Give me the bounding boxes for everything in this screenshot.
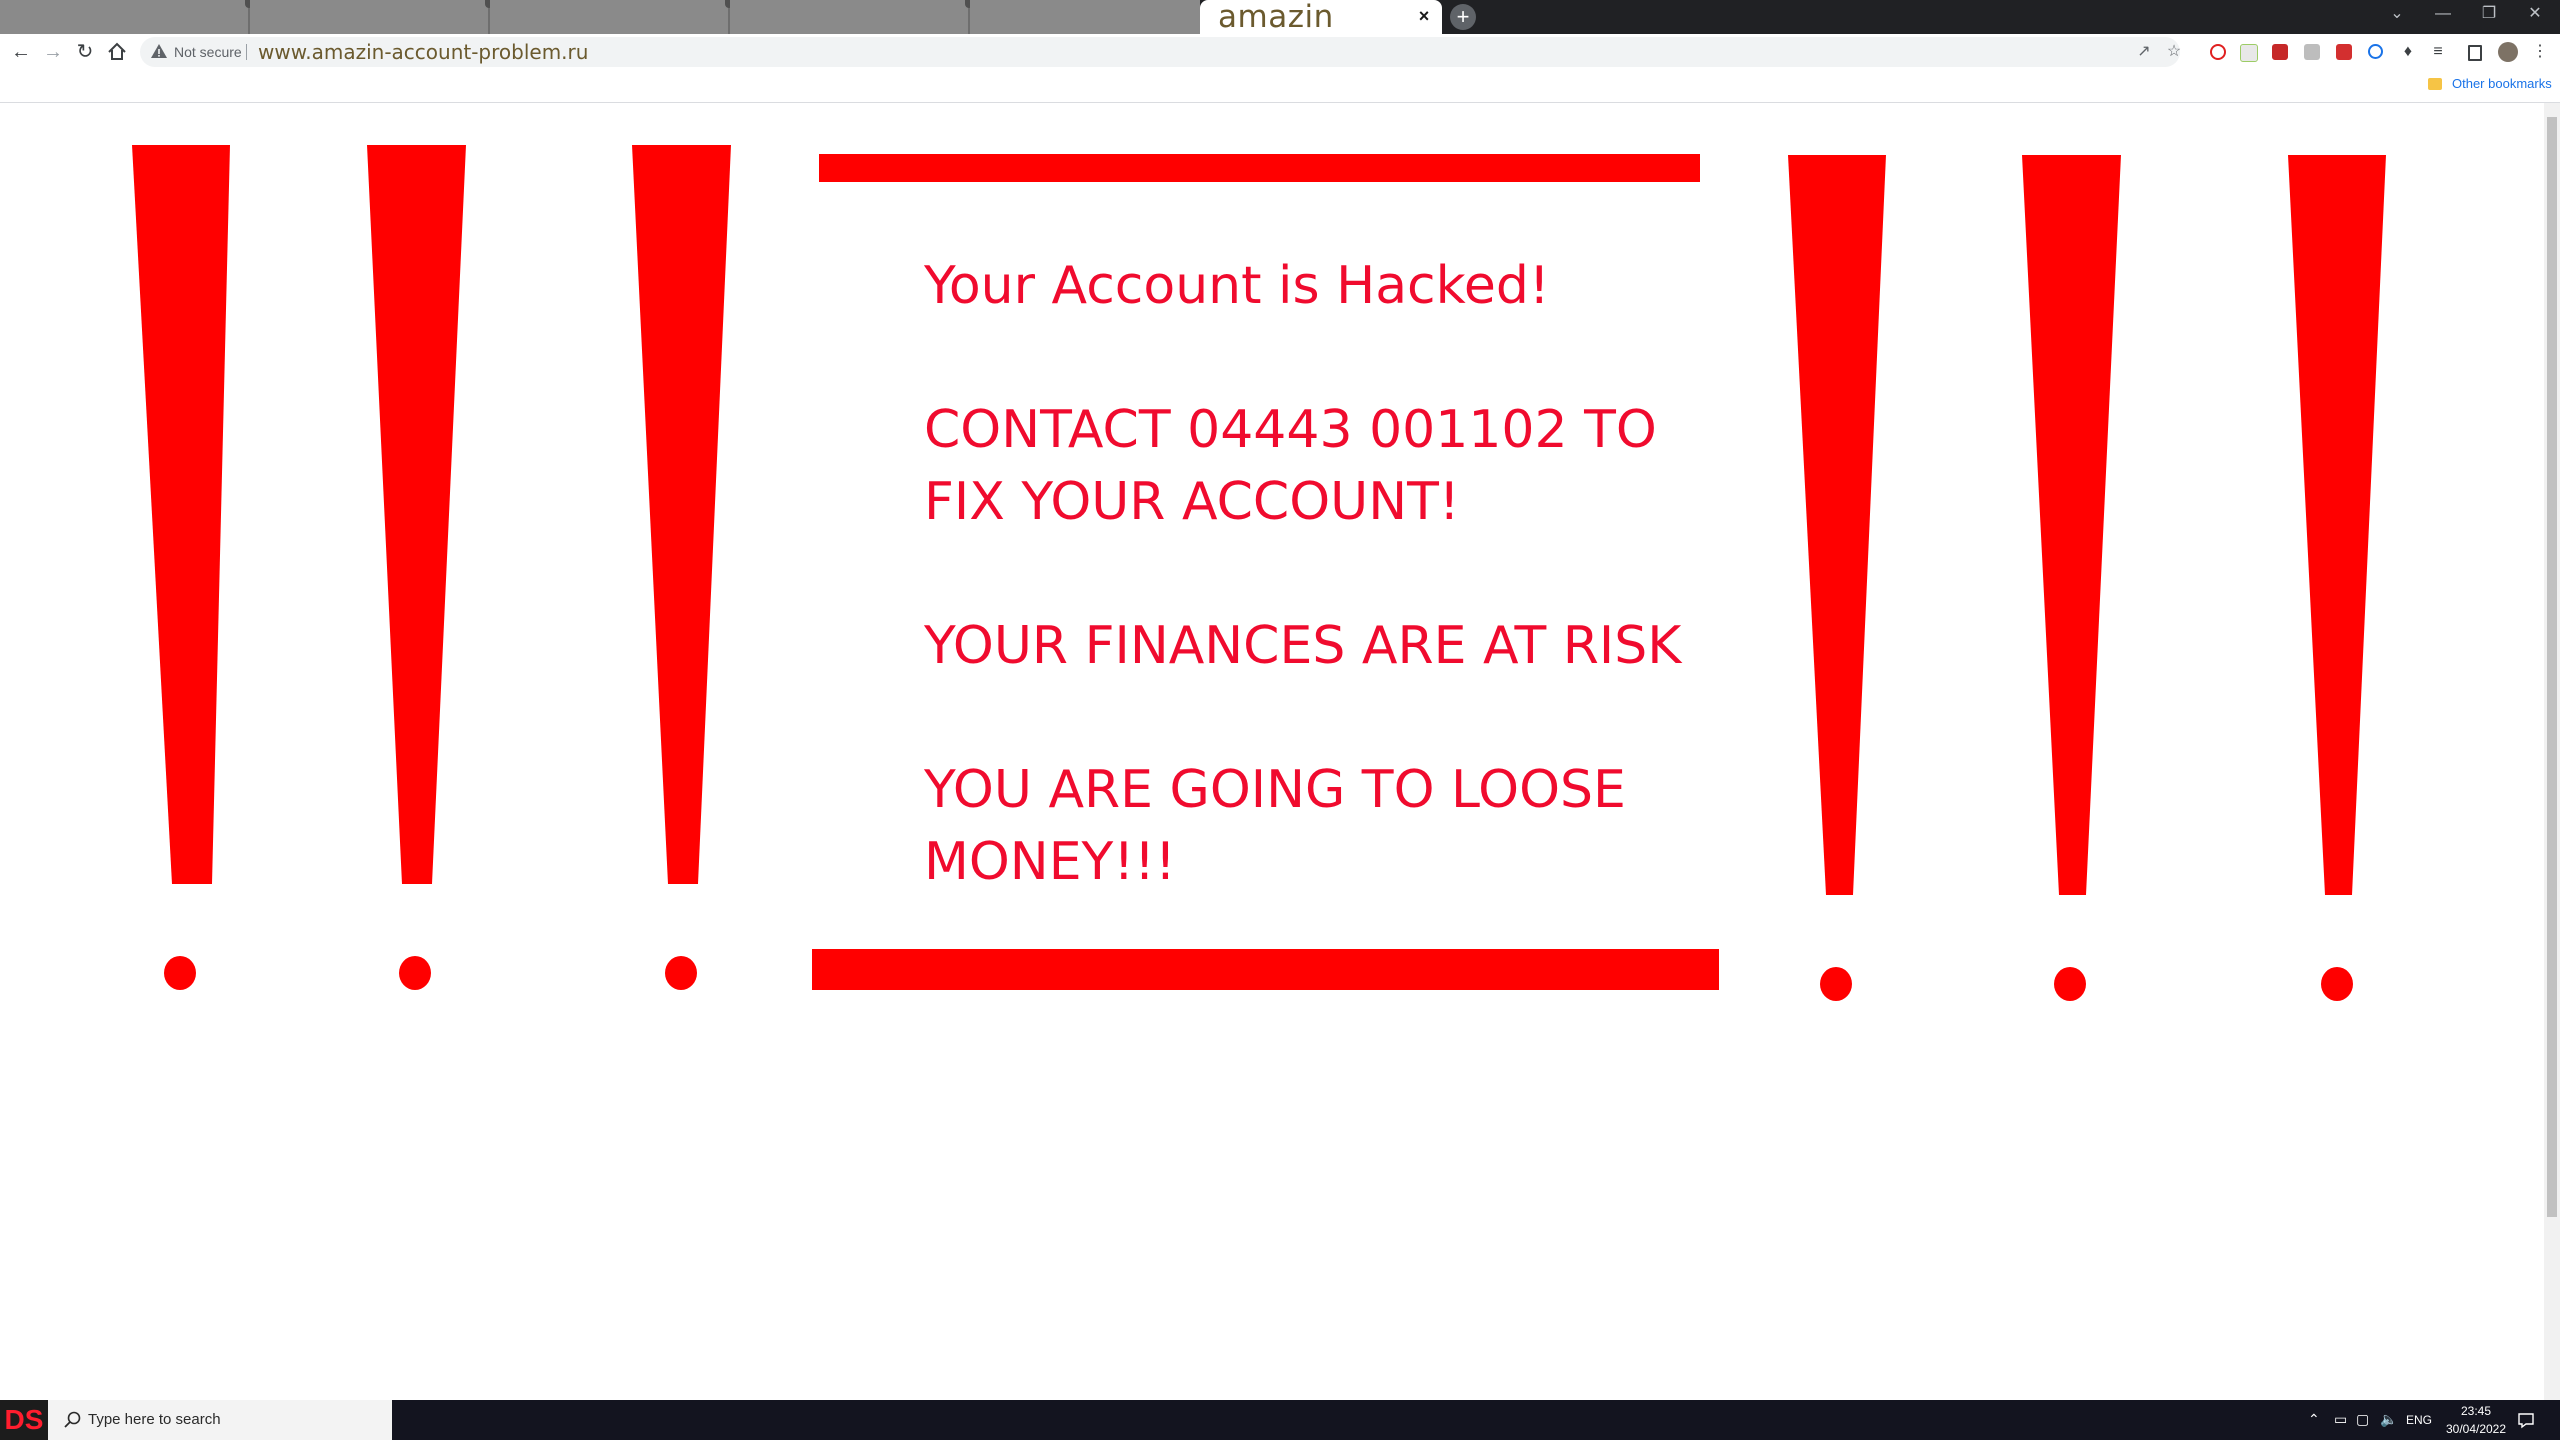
new-tab-button[interactable]: + — [1450, 4, 1476, 30]
reload-icon[interactable]: ↻ — [72, 39, 98, 65]
volume-icon[interactable]: 🔈 — [2380, 1411, 2397, 1428]
taskbar: DS Type here to search ⌃ ▭ ▢ 🔈 ENG 23:45… — [0, 1400, 2560, 1440]
contact-text: CONTACT 04443 001102 TO FIX YOUR ACCOUNT… — [924, 400, 1657, 532]
close-window-button[interactable]: ✕ — [2512, 0, 2558, 28]
browser-tab[interactable] — [490, 0, 733, 34]
other-bookmarks-link[interactable]: Other bookmarks — [2452, 76, 2552, 91]
finances-warning: YOUR FINANCES ARE AT RISK — [924, 616, 1682, 676]
url-text[interactable]: www.amazin-account-problem.ru — [258, 40, 588, 64]
side-panel-icon[interactable] — [2468, 45, 2482, 61]
browser-tab[interactable] — [730, 0, 973, 34]
network-icon[interactable]: ▭ — [2334, 1411, 2347, 1428]
exclamation-mark-icon — [632, 145, 731, 990]
extensions-puzzle-icon[interactable]: ♦ — [2398, 42, 2418, 62]
bookmarks-bar: Other bookmarks — [0, 70, 2560, 103]
clock[interactable]: 23:45 30/04/2022 — [2436, 1402, 2516, 1438]
scrollbar[interactable] — [2544, 103, 2560, 1400]
scam-message: Your Account is Hacked! CONTACT 04443 00… — [924, 250, 1684, 970]
taskbar-search-input[interactable]: Type here to search — [48, 1400, 392, 1440]
tab-strip: amazin × + ⌄ — ❐ ✕ — [0, 0, 2560, 35]
security-label[interactable]: Not secure — [174, 44, 242, 60]
extension-icon[interactable] — [2304, 44, 2320, 60]
show-hidden-icons-icon[interactable]: ⌃ — [2308, 1411, 2320, 1428]
warning-icon — [151, 44, 167, 58]
clock-time: 23:45 — [2460, 1404, 2492, 1418]
exclamation-mark-icon — [132, 145, 230, 990]
browser-tab[interactable] — [0, 0, 253, 34]
active-tab[interactable]: amazin × — [1200, 0, 1442, 35]
search-extension-icon[interactable] — [2368, 44, 2383, 59]
language-indicator[interactable]: ENG — [2406, 1413, 2432, 1427]
forward-icon[interactable]: → — [40, 39, 66, 65]
avatar[interactable] — [2498, 42, 2518, 62]
search-placeholder: Type here to search — [88, 1411, 221, 1428]
extension-icon[interactable] — [2210, 44, 2226, 60]
scrollbar-thumb[interactable] — [2547, 117, 2557, 1217]
extension-icon[interactable] — [2272, 44, 2288, 60]
home-icon[interactable] — [104, 39, 130, 65]
top-red-bar — [819, 154, 1700, 182]
browser-tab[interactable] — [970, 0, 1200, 34]
browser-tab[interactable] — [250, 0, 493, 34]
browser-toolbar: ← → ↻ Not secure www.amazin-account-prob… — [0, 34, 2560, 70]
bookmark-star-icon[interactable]: ☆ — [2164, 42, 2184, 62]
reading-list-icon[interactable]: ≡ — [2428, 42, 2448, 62]
headline: Your Account is Hacked! — [924, 256, 1550, 316]
restore-button[interactable]: ❐ — [2466, 0, 2512, 28]
share-icon[interactable]: ↗ — [2134, 42, 2154, 62]
folder-icon — [2428, 78, 2442, 90]
tab-close-icon[interactable]: × — [1414, 6, 1434, 26]
minimize-button[interactable]: — — [2420, 0, 2466, 28]
exclamation-mark-icon — [367, 145, 466, 990]
monitor-icon[interactable]: ▢ — [2356, 1411, 2369, 1428]
notification-icon[interactable] — [2516, 1410, 2536, 1430]
tab-search-icon[interactable]: ⌄ — [2374, 0, 2420, 28]
omnibox-divider — [246, 44, 247, 60]
loss-warning: YOU ARE GOING TO LOOSE MONEY!!! — [924, 760, 1626, 892]
clock-date: 30/04/2022 — [2445, 1422, 2507, 1436]
extension-icon[interactable] — [2336, 44, 2352, 60]
more-menu-icon[interactable]: ⋮ — [2530, 42, 2550, 62]
exclamation-mark-icon — [2288, 155, 2386, 1001]
exclamation-mark-icon — [1788, 155, 1886, 1001]
extension-icon[interactable] — [2240, 44, 2258, 62]
address-bar[interactable]: Not secure www.amazin-account-problem.ru… — [140, 37, 2181, 67]
active-tab-title: amazin — [1218, 0, 1334, 35]
search-icon — [64, 1411, 81, 1428]
start-button[interactable]: DS — [0, 1400, 48, 1440]
back-icon[interactable]: ← — [8, 39, 34, 65]
exclamation-mark-icon — [2022, 155, 2121, 1001]
